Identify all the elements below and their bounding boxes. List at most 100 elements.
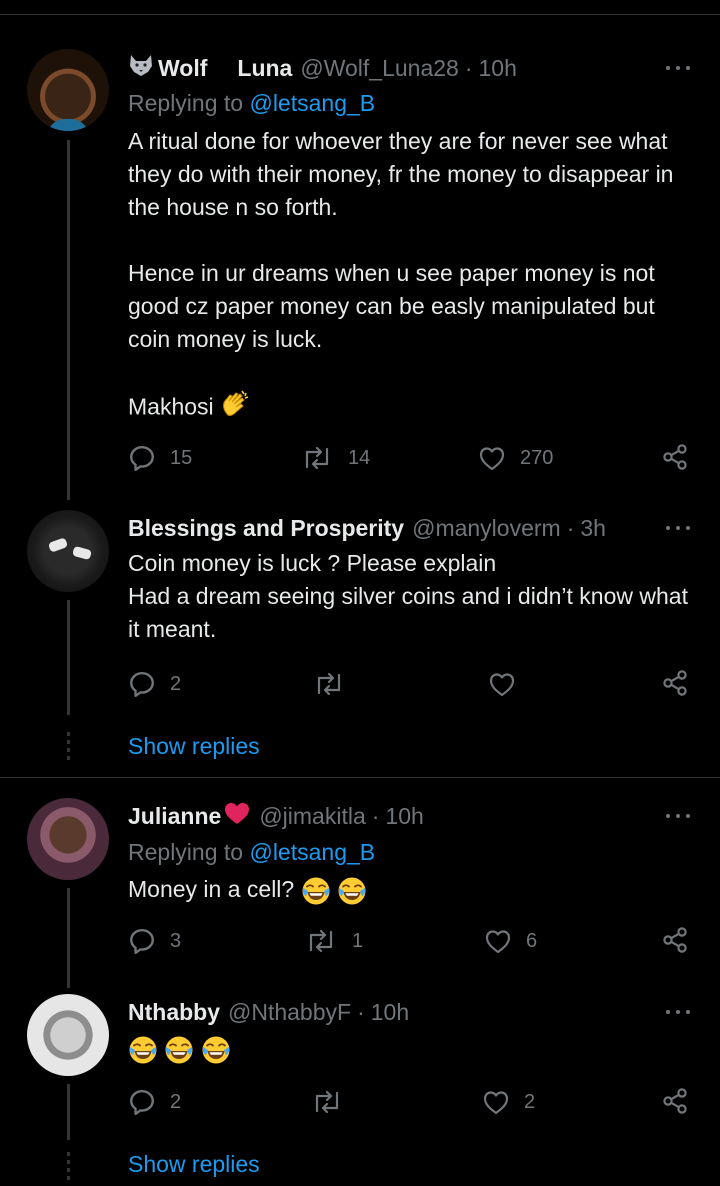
share-button[interactable] (662, 1087, 690, 1120)
avatar[interactable] (27, 49, 109, 131)
replying-to-label: Replying to (128, 90, 244, 116)
tweet-paragraph-text: Money in a cell? (128, 876, 295, 902)
retweet-icon (310, 1088, 344, 1116)
reply-button[interactable]: 3 (128, 926, 181, 956)
timestamp[interactable]: 10h (371, 999, 409, 1026)
retweet-button[interactable]: 14 (300, 443, 370, 473)
show-replies-link[interactable]: Show replies (128, 733, 260, 760)
display-name-suffix[interactable]: Luna (237, 55, 292, 82)
like-icon (488, 670, 516, 698)
share-button[interactable] (662, 926, 690, 959)
retweet-icon (312, 670, 346, 698)
tweet-paragraph: Hence in ur dreams when u see paper mone… (128, 260, 655, 352)
display-name[interactable]: Blessings and Prosperity (128, 515, 404, 542)
like-icon (482, 1088, 510, 1116)
separator: · (371, 802, 380, 829)
reply-icon (128, 927, 156, 955)
retweet-count: 1 (352, 929, 364, 952)
tears-of-joy-emoji-icon (201, 1035, 231, 1065)
top-divider (0, 14, 720, 15)
like-icon (484, 927, 512, 955)
handle[interactable]: @manyloverm (412, 515, 561, 542)
like-button[interactable] (488, 669, 516, 699)
separator: · (566, 514, 575, 541)
tweet-paragraph: A ritual done for whoever they are for n… (128, 128, 674, 220)
replying-to-handle[interactable]: @letsang_B (249, 90, 375, 116)
retweet-button[interactable] (312, 669, 346, 699)
retweet-icon (300, 444, 334, 472)
thread-dots (67, 732, 70, 764)
thread-line (67, 888, 70, 988)
tweet-text: Coin money is luck ? Please explain Had … (128, 547, 698, 646)
more-icon[interactable] (666, 523, 690, 533)
separator: · (464, 54, 473, 81)
timestamp[interactable]: 10h (385, 803, 423, 830)
reply-button[interactable]: 2 (128, 669, 181, 699)
share-icon (662, 669, 690, 697)
tweet-header: Julianne @jimakitla · 10h (128, 801, 424, 831)
tears-of-joy-emoji-icon (128, 1035, 158, 1065)
avatar[interactable] (27, 994, 109, 1076)
thread-line (67, 1084, 70, 1140)
handle[interactable]: @Wolf_Luna28 (300, 55, 458, 82)
separator: · (357, 998, 365, 1025)
replying-to: Replying to @letsang_B (128, 839, 375, 866)
reply-button[interactable]: 2 (128, 1087, 181, 1117)
tweet-paragraph-text: Makhosi (128, 393, 214, 420)
share-button[interactable] (662, 443, 690, 476)
replying-to-handle[interactable]: @letsang_B (249, 839, 375, 865)
avatar[interactable] (27, 510, 109, 592)
tears-of-joy-emoji-icon (337, 876, 367, 906)
replying-to: Replying to @letsang_B (128, 90, 375, 117)
like-count: 270 (520, 446, 554, 469)
thread-divider (0, 777, 720, 778)
avatar-detail (47, 537, 69, 553)
tweet-header: Nthabby @NthabbyF · 10h (128, 997, 409, 1027)
tweet-text (128, 1032, 698, 1065)
reply-button[interactable]: 15 (128, 443, 192, 473)
avatar[interactable] (27, 798, 109, 880)
share-icon (662, 1087, 690, 1115)
more-icon[interactable] (666, 63, 690, 73)
retweet-count: 14 (348, 446, 371, 469)
thread-dots (67, 1152, 70, 1184)
retweet-icon (304, 927, 338, 955)
clapping-hands-emoji-icon (220, 389, 252, 428)
like-count: 6 (526, 929, 538, 952)
tweet-paragraph: Money in a cell? (128, 873, 698, 906)
like-button[interactable]: 2 (482, 1087, 535, 1117)
red-heart-emoji-icon (223, 800, 251, 832)
handle[interactable]: @NthabbyF (228, 999, 351, 1026)
reply-icon (128, 444, 156, 472)
thread-line (67, 600, 70, 715)
replying-to-label: Replying to (128, 839, 244, 865)
tweet-actions: 15 14 270 (128, 443, 690, 473)
more-icon[interactable] (666, 811, 690, 821)
thread-line (67, 140, 70, 500)
display-name[interactable]: Nthabby (128, 999, 220, 1026)
retweet-button[interactable]: 1 (304, 926, 363, 956)
tweet-actions: 2 2 (128, 1087, 690, 1117)
share-button[interactable] (662, 669, 690, 702)
handle[interactable]: @jimakitla (259, 803, 365, 830)
like-count: 2 (524, 1090, 536, 1113)
share-icon (662, 443, 690, 471)
reply-count: 3 (170, 929, 182, 952)
more-icon[interactable] (666, 1007, 690, 1017)
tweet-text: A ritual done for whoever they are for n… (128, 125, 698, 428)
tweet-header: Blessings and Prosperity @manyloverm · 3… (128, 513, 606, 543)
timestamp[interactable]: 10h (479, 55, 517, 82)
show-replies-link[interactable]: Show replies (128, 1151, 260, 1178)
reply-count: 2 (170, 672, 182, 695)
retweet-button[interactable] (310, 1087, 344, 1117)
like-button[interactable]: 270 (478, 443, 553, 473)
timestamp[interactable]: 3h (580, 515, 606, 542)
avatar-detail (72, 545, 92, 561)
reply-count: 15 (170, 446, 193, 469)
tears-of-joy-emoji-icon (164, 1035, 194, 1065)
tweet-actions: 3 1 6 (128, 926, 690, 956)
display-name[interactable]: Wolf (158, 55, 207, 82)
share-icon (662, 926, 690, 954)
like-button[interactable]: 6 (484, 926, 537, 956)
display-name[interactable]: Julianne (128, 803, 221, 830)
